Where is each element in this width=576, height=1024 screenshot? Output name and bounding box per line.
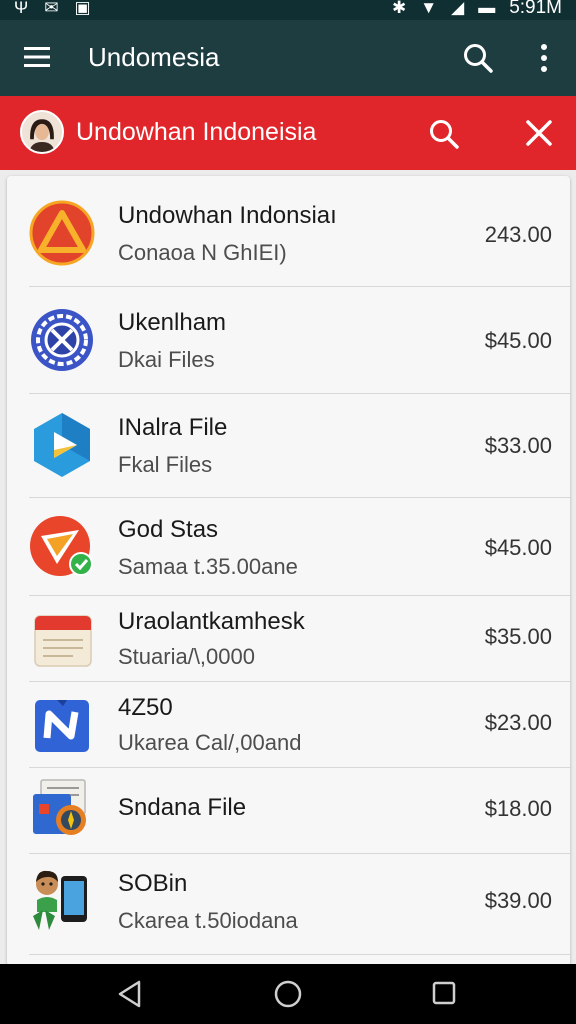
list-item[interactable]: Ukenlham Dkai Files $45.00 (7, 287, 570, 393)
red-check-app-icon (30, 516, 93, 576)
list-item[interactable]: INalra File Fkal Files $33.00 (7, 394, 570, 497)
image-icon: ▣ (74, 0, 91, 17)
triangle-app-icon (29, 200, 95, 266)
menu-icon[interactable] (24, 46, 50, 68)
list-item[interactable]: 4Z50 Ukarea Cal/,00and $23.00 (7, 682, 570, 767)
bluetooth-icon: ✱ (392, 0, 407, 17)
item-price: $18.00 (484, 796, 552, 821)
item-title: Ukenlham (118, 309, 227, 336)
app-bar: Undomesia (0, 20, 576, 96)
calendar-app-icon (34, 615, 92, 667)
item-price: $33.00 (484, 433, 552, 458)
phone-person-app-icon (33, 870, 87, 930)
search-bar: Undowhan Indoneisia (0, 96, 576, 170)
item-subtitle: Ukarea Cal/,00and (118, 730, 302, 755)
item-title: INalra File (118, 414, 228, 441)
item-price: $45.00 (484, 535, 552, 560)
item-subtitle: Samaa t.35.00ane (118, 554, 298, 579)
item-title: Uraolantkamhesk (118, 608, 305, 635)
search-icon[interactable] (462, 42, 494, 74)
item-title: Undowhan Indonsiaı (118, 202, 337, 229)
back-icon[interactable] (115, 978, 145, 1010)
search-query[interactable]: Undowhan Indoneisia (76, 118, 316, 147)
signal-icon: ◢ (451, 0, 465, 17)
item-title: SOBin (118, 870, 188, 897)
avatar[interactable] (20, 110, 64, 154)
status-bar: Ψ ✉ ▣ ✱ ▼ ◢ ▬ 5:91M (0, 0, 576, 20)
item-price: 243.00 (484, 222, 552, 247)
play-app-icon (34, 413, 90, 477)
item-price: $35.00 (484, 624, 552, 649)
battery-icon: ▬ (478, 0, 496, 17)
status-indicators: ✱ ▼ ◢ ▬ 5:91M (392, 0, 562, 19)
item-subtitle: Dkai Files (118, 347, 215, 372)
list-item[interactable]: Uraolantkamhesk Stuaria/\,0000 $35.00 (7, 596, 570, 681)
antenna-icon: Ψ (14, 0, 29, 17)
item-price: $23.00 (484, 710, 552, 735)
item-subtitle: Ckarea t.50iodana (118, 908, 298, 933)
list-item[interactable]: SOBin Ckarea t.50iodana $39.00 (7, 854, 570, 954)
item-title: God Stas (118, 516, 219, 543)
item-subtitle: Fkal Files (118, 452, 213, 477)
status-time: 5:91M (509, 0, 562, 18)
n-logo-app-icon (35, 700, 89, 752)
home-icon[interactable] (272, 978, 304, 1010)
item-price: $39.00 (484, 888, 552, 913)
more-options-icon[interactable] (530, 42, 558, 74)
close-icon[interactable] (524, 118, 554, 148)
mail-icon: ✉ (44, 0, 59, 17)
search-icon[interactable] (428, 118, 460, 150)
item-title: Sndana File (118, 794, 247, 821)
item-subtitle: Stuaria/\,0000 (118, 644, 255, 669)
list-item[interactable]: Sndana File $18.00 (7, 768, 570, 853)
item-subtitle: Conaoa N GhIEI) (118, 240, 287, 265)
system-nav-bar (0, 964, 576, 1024)
list-item[interactable]: God Stas Samaa t.35.00ane $45.00 (7, 498, 570, 595)
item-title: 4Z50 (118, 694, 173, 721)
item-price: $45.00 (484, 328, 552, 353)
app-title: Undomesia (88, 42, 220, 72)
results-list: Undowhan Indonsiaı Conaoa N GhIEI) 243.0… (7, 176, 570, 966)
compass-files-app-icon (33, 779, 86, 835)
gear-x-app-icon (31, 309, 93, 371)
divider (29, 954, 570, 955)
recent-apps-icon[interactable] (430, 979, 458, 1007)
list-item[interactable]: Undowhan Indonsiaı Conaoa N GhIEI) 243.0… (7, 176, 570, 286)
wifi-icon: ▼ (420, 0, 438, 17)
status-notifications: Ψ ✉ ▣ (14, 0, 91, 18)
